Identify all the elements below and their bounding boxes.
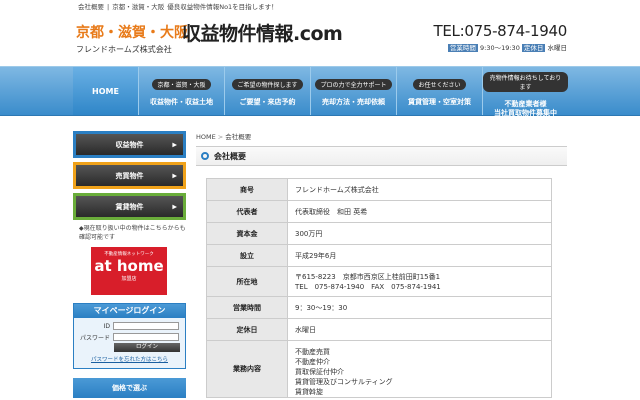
sidebar-button-income[interactable]: 収益物件 ▶ (73, 131, 186, 158)
chevron-right-icon: ▶ (172, 141, 177, 148)
global-nav: HOME 京都・滋賀・大阪 収益物件・収益土地 ご希望の物件探します ご要望・来… (0, 66, 640, 117)
row-value: 300万円 (287, 222, 552, 245)
top-bar: 会社概要 | 京都・滋賀・大阪 優良収益物件情報No1を目指します！ (0, 0, 640, 14)
site-header: 京都・滋賀・大阪 収益物件情報.com フレンドホームズ株式会社 TEL:075… (0, 14, 640, 64)
phone-fax-line: TEL 075-874-1940 FAX 075-874-1941 (295, 282, 441, 291)
nav-tag: 売物件情報お待ちしております (483, 72, 568, 92)
business-line: 賃貸管理及びコンサルティング (295, 378, 393, 386)
topbar-region: 京都・滋賀・大阪 (112, 3, 165, 11)
nav-home[interactable]: HOME (73, 67, 139, 115)
row-value: 不動産売買 不動産仲介 買取保証付仲介 賃貸管理及びコンサルティング 賃貸斡旋 (287, 340, 552, 398)
hours-value: 9:30〜19:30 (480, 44, 520, 52)
address-line: 〒615-8223 京都市西京区上桂前田町15番1 (295, 272, 441, 281)
hours-label: 営業時間 (447, 44, 478, 52)
price-search-header[interactable]: 価格で選ぶ (73, 378, 186, 398)
nav-tag: プロの力で全力サポート (315, 79, 392, 90)
topbar-tagline: 優良収益物件情報No1を目指します！ (167, 3, 278, 11)
business-hours: 営業時間 9:30〜19:30 定休日 水曜日 (433, 42, 567, 52)
athome-logo-text: at home (94, 257, 164, 275)
table-row: 資本金 300万円 (206, 222, 552, 245)
breadcrumb-current: 会社概要 (225, 133, 252, 141)
chevron-right-icon: ▶ (172, 203, 177, 210)
nav-label: 売却方法・売却依頼 (322, 98, 385, 106)
table-row: 営業時間 9：30〜19：30 (206, 296, 552, 319)
row-label: 商号 (206, 178, 288, 201)
password-label: パスワード (79, 334, 110, 342)
row-label: 代表者 (206, 200, 288, 223)
nav-item-sell[interactable]: プロの力で全力サポート 売却方法・売却依頼 (311, 67, 397, 115)
closed-label: 定休日 (521, 44, 546, 52)
main-content: HOME > 会社概要 会社概要 商号 フレンドホームズ株式会社 代表者 代表取締役… (196, 131, 567, 398)
business-line: 賃貸斡旋 (295, 388, 323, 396)
nav-label: 収益物件・収益土地 (150, 98, 213, 106)
sidebar: 収益物件 ▶ 売買物件 ▶ 賃貸物件 ▶ ◆現在取り扱い中の物件はこちらからも確認可能… (73, 131, 186, 398)
table-row: 代表者 代表取締役 和田 英希 (206, 200, 552, 223)
athome-banner[interactable]: 不動産情報ネットワーク at home 加盟店 (91, 247, 167, 295)
breadcrumb: HOME > 会社概要 (196, 131, 567, 141)
nav-label: ご要望・来店予約 (239, 98, 296, 106)
mypage-login-box: マイページログイン ID パスワード ログイン パスワードを忘れた方はこちら (73, 303, 186, 369)
table-row: 所在地 〒615-8223 京都市西京区上桂前田町15番1 TEL 075-87… (206, 266, 552, 297)
row-label: 定休日 (206, 318, 288, 341)
sidebar-button-rental[interactable]: 賃貸物件 ▶ (73, 193, 186, 220)
nav-tag: ご希望の物件探します (232, 79, 303, 90)
topbar-separator: | (107, 3, 110, 11)
forgot-password-link[interactable]: パスワードを忘れた方はこちら (79, 355, 180, 365)
id-label: ID (103, 322, 110, 330)
contact-info: TEL:075-874-1940 営業時間 9:30〜19:30 定休日 水曜日 (433, 22, 567, 52)
chevron-right-icon: ▶ (172, 172, 177, 179)
sidebar-button-label: 売買物件 (115, 171, 144, 180)
row-value: 水曜日 (287, 318, 552, 341)
nav-item-management[interactable]: お任せください 賃貸管理・空室対策 (397, 67, 483, 115)
sidebar-button-label: 収益物件 (115, 140, 144, 149)
breadcrumb-home[interactable]: HOME (196, 133, 216, 141)
row-label: 資本金 (206, 222, 288, 245)
nav-label: 賃貸管理・空室対策 (408, 98, 471, 106)
athome-small-text: 不動産情報ネットワーク (104, 252, 154, 257)
logo-company-name: フレンドホームズ株式会社 (76, 45, 172, 54)
logo-region: 京都・滋賀・大阪 (76, 25, 188, 41)
phone-number: TEL:075-874-1940 (433, 22, 567, 40)
table-row: 業務内容 不動産売買 不動産仲介 買取保証付仲介 賃貸管理及びコンサルティング … (206, 340, 552, 398)
athome-sub-text: 加盟店 (121, 276, 137, 282)
row-label: 設立 (206, 244, 288, 267)
closed-value: 水曜日 (547, 44, 568, 52)
row-label: 所在地 (206, 266, 288, 297)
row-value: フレンドホームズ株式会社 (287, 178, 552, 201)
password-input[interactable] (113, 333, 179, 341)
topbar-link-company[interactable]: 会社概要 (78, 3, 104, 11)
row-label: 営業時間 (206, 296, 288, 319)
heading-circle-icon (201, 152, 209, 160)
mypage-title: マイページログイン (74, 304, 185, 318)
page-heading: 会社概要 (196, 146, 567, 166)
row-label: 業務内容 (206, 340, 288, 398)
nav-item-properties[interactable]: 京都・滋賀・大阪 収益物件・収益土地 (139, 67, 225, 115)
row-value: 9：30〜19：30 (287, 296, 552, 319)
site-logo[interactable]: 京都・滋賀・大阪 収益物件情報.com フレンドホームズ株式会社 (76, 22, 376, 62)
id-input[interactable] (113, 322, 179, 330)
nav-label: 不動産業者様 当社買取物件募集中 (494, 100, 557, 117)
business-line: 不動産仲介 (295, 358, 330, 366)
logo-site-name: 収益物件情報.com (182, 23, 343, 45)
business-line: 不動産売買 (295, 348, 330, 356)
table-row: 設立 平成29年6月 (206, 244, 552, 267)
table-row: 商号 フレンドホームズ株式会社 (206, 178, 552, 201)
business-line: 買取保証付仲介 (295, 368, 344, 376)
nav-item-request[interactable]: ご希望の物件探します ご要望・来店予約 (225, 67, 311, 115)
nav-tag: 京都・滋賀・大阪 (152, 79, 211, 90)
login-button[interactable]: ログイン (114, 343, 180, 352)
row-value: 〒615-8223 京都市西京区上桂前田町15番1 TEL 075-874-19… (287, 266, 552, 297)
row-value: 平成29年6月 (287, 244, 552, 267)
sidebar-button-sale[interactable]: 売買物件 ▶ (73, 162, 186, 189)
row-value: 代表取締役 和田 英希 (287, 200, 552, 223)
sidebar-button-label: 賃貸物件 (115, 202, 144, 211)
breadcrumb-separator-icon: > (217, 133, 224, 141)
sidebar-note: ◆現在取り扱い中の物件はこちらからも確認可能です (79, 225, 186, 241)
table-row: 定休日 水曜日 (206, 318, 552, 341)
nav-item-buyback[interactable]: 売物件情報お待ちしております 不動産業者様 当社買取物件募集中 (483, 67, 568, 117)
company-info-table: 商号 フレンドホームズ株式会社 代表者 代表取締役 和田 英希 資本金 300万… (206, 178, 552, 398)
nav-tag: お任せください (413, 79, 466, 90)
page-title: 会社概要 (214, 151, 246, 161)
